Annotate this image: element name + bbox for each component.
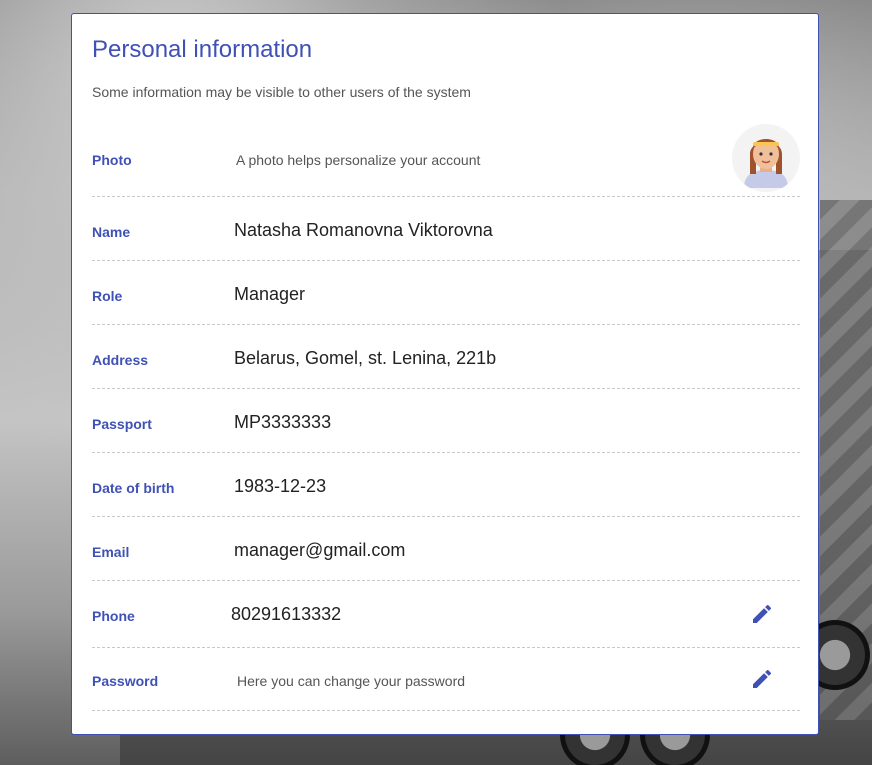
card-subtitle: Some information may be visible to other…: [92, 84, 471, 100]
passport-row: Passport MP3333333: [92, 388, 800, 453]
edit-password-button[interactable]: [750, 667, 774, 691]
date-of-birth-label: Date of birth: [92, 480, 175, 496]
personal-info-card: Personal information Some information ma…: [71, 13, 819, 735]
edit-pencil-icon: [753, 669, 772, 688]
address-row: Address Belarus, Gomel, st. Lenina, 221b: [92, 324, 800, 389]
address-value: Belarus, Gomel, st. Lenina, 221b: [234, 348, 497, 368]
name-row: Name Natasha Romanovna Viktorovna: [92, 196, 800, 261]
edit-phone-button[interactable]: [750, 602, 774, 626]
avatar-icon: [732, 124, 800, 192]
name-label: Name: [92, 224, 131, 240]
date-of-birth-row: Date of birth 1983-12-23: [92, 452, 800, 517]
phone-row: Phone 80291613332: [92, 580, 800, 648]
edit-pencil-icon: [753, 604, 772, 623]
date-of-birth-value: 1983-12-23: [234, 476, 327, 496]
phone-label: Phone: [92, 608, 135, 624]
name-value: Natasha Romanovna Viktorovna: [234, 220, 493, 240]
avatar[interactable]: [732, 124, 800, 192]
role-value: Manager: [234, 284, 306, 304]
email-row: Email manager@gmail.com: [92, 516, 800, 581]
photo-row: Photo A photo helps personalize your acc…: [92, 120, 800, 197]
card-title: Personal information: [92, 36, 313, 63]
password-label: Password: [92, 673, 159, 689]
role-row: Role Manager: [92, 260, 800, 325]
email-value: manager@gmail.com: [234, 540, 406, 560]
photo-hint: A photo helps personalize your account: [236, 152, 481, 168]
email-label: Email: [92, 544, 130, 560]
role-label: Role: [92, 288, 123, 304]
phone-value: 80291613332: [231, 604, 342, 624]
passport-label: Passport: [92, 416, 152, 432]
password-hint: Here you can change your password: [237, 673, 466, 689]
password-row: Password Here you can change your passwo…: [92, 647, 800, 711]
passport-value: MP3333333: [234, 412, 332, 432]
photo-label: Photo: [92, 152, 132, 168]
address-label: Address: [92, 352, 149, 368]
